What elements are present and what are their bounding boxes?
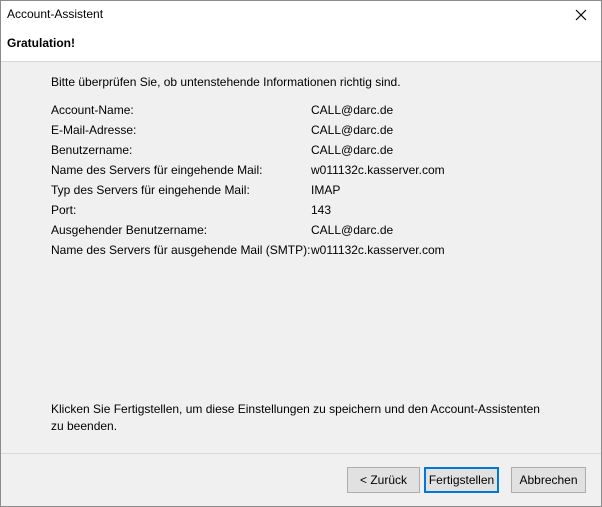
email-address-value: CALL@darc.de: [311, 123, 394, 137]
summary-row: Ausgehender Benutzername: CALL@darc.de: [51, 223, 571, 243]
back-button[interactable]: < Zurück: [347, 467, 420, 493]
email-address-label: E-Mail-Adresse:: [51, 123, 137, 137]
wizard-page-title: Gratulation!: [7, 36, 75, 50]
footer-divider: [1, 453, 601, 454]
port-label: Port:: [51, 203, 77, 217]
intro-text: Bitte überprüfen Sie, ob untenstehende I…: [51, 75, 401, 89]
incoming-server-type-label: Typ des Servers für eingehende Mail:: [51, 183, 250, 197]
summary-row: Name des Servers für ausgehende Mail (SM…: [51, 243, 571, 263]
account-wizard-window: Account-Assistent Gratulation! Bitte übe…: [0, 0, 602, 507]
outgoing-username-label: Ausgehender Benutzername:: [51, 223, 208, 237]
finish-button[interactable]: Fertigstellen: [424, 467, 499, 493]
account-summary-table: Account-Name: CALL@darc.de E-Mail-Adress…: [51, 103, 571, 263]
window-title: Account-Assistent: [7, 7, 104, 21]
summary-row: Port: 143: [51, 203, 571, 223]
close-button[interactable]: [561, 1, 601, 28]
incoming-server-label: Name des Servers für eingehende Mail:: [51, 163, 263, 177]
username-value: CALL@darc.de: [311, 143, 394, 157]
wizard-content: Bitte überprüfen Sie, ob untenstehende I…: [1, 63, 601, 453]
summary-row: Typ des Servers für eingehende Mail: IMA…: [51, 183, 571, 203]
account-name-value: CALL@darc.de: [311, 103, 394, 117]
outgoing-server-value: w011132c.kasserver.com: [311, 243, 445, 257]
outgoing-server-label: Name des Servers für ausgehende Mail (SM…: [51, 243, 311, 257]
finish-instructions: Klicken Sie Fertigstellen, um diese Eins…: [51, 402, 540, 433]
username-label: Benutzername:: [51, 143, 133, 157]
incoming-server-value: w011132c.kasserver.com: [311, 163, 445, 177]
title-bar: Account-Assistent: [1, 1, 601, 28]
summary-row: Account-Name: CALL@darc.de: [51, 103, 571, 123]
outgoing-username-value: CALL@darc.de: [311, 223, 394, 237]
summary-row: Name des Servers für eingehende Mail: w0…: [51, 163, 571, 183]
incoming-server-type-value: IMAP: [311, 183, 341, 197]
account-name-label: Account-Name:: [51, 103, 134, 117]
wizard-header: Gratulation!: [1, 28, 601, 62]
close-icon: [575, 9, 587, 20]
cancel-button[interactable]: Abbrechen: [511, 467, 586, 493]
summary-row: E-Mail-Adresse: CALL@darc.de: [51, 123, 571, 143]
port-value: 143: [311, 203, 332, 217]
summary-row: Benutzername: CALL@darc.de: [51, 143, 571, 163]
